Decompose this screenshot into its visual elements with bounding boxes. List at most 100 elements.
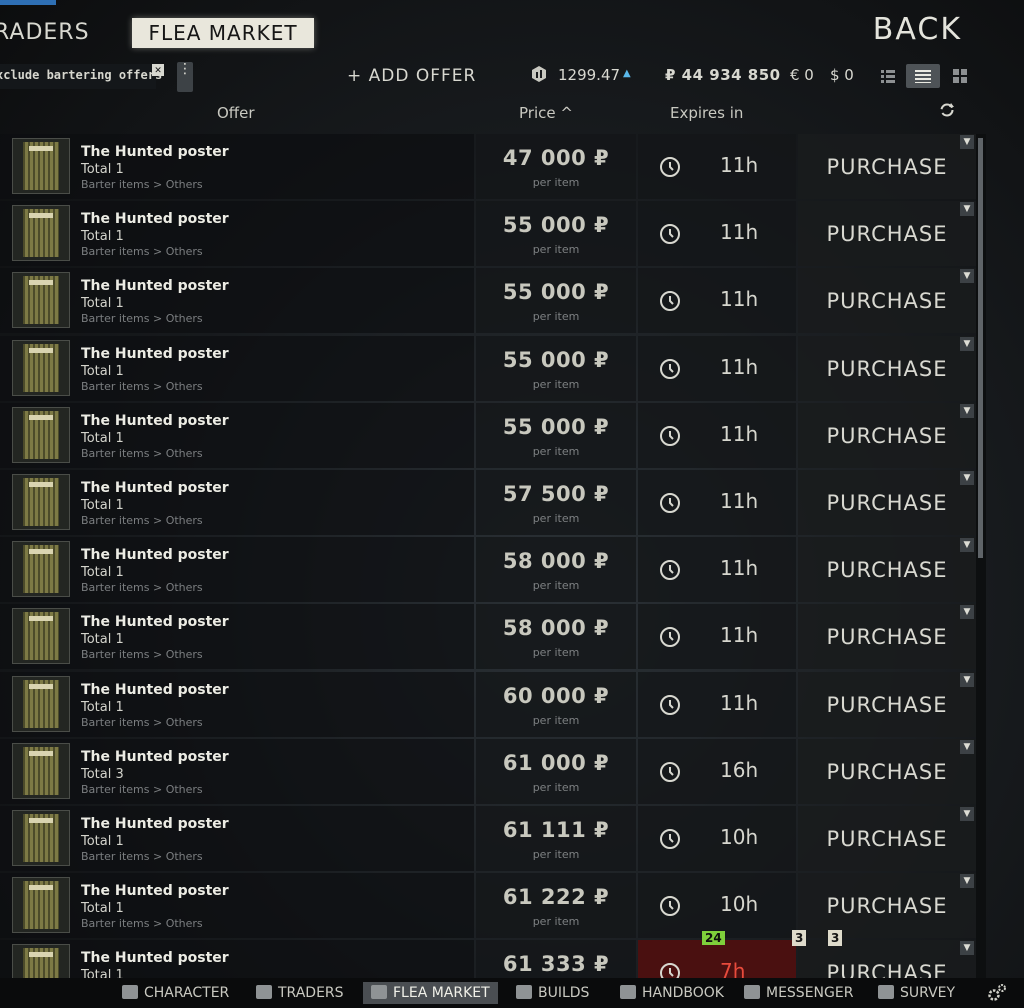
poster-thumbnail[interactable] [12, 742, 70, 799]
purchase-button[interactable]: PURCHASE ▼ [798, 537, 976, 603]
poster-thumbnail[interactable] [12, 877, 70, 934]
offer-item-cell[interactable]: The Hunted posterTotal 1Barter items > O… [0, 805, 474, 871]
chevron-down-icon[interactable]: ▼ [960, 874, 974, 889]
offer-row[interactable]: The Hunted posterTotal 1Barter items > O… [0, 930, 976, 978]
bottom-nav-flea-market[interactable]: FLEA MARKET [363, 982, 498, 1004]
expires-value: 11h [720, 153, 759, 177]
nav-flea-market-tab[interactable]: FLEA MARKET [132, 18, 314, 48]
expires-value: 11h [720, 421, 759, 446]
price-per-item: per item [532, 847, 580, 861]
purchase-button[interactable]: PURCHASE ▼ [798, 268, 976, 334]
row-view-icon[interactable] [906, 64, 940, 88]
purchase-button[interactable]: PURCHASE ▼ [798, 134, 976, 199]
offer-item-cell[interactable]: The Hunted posterTotal 1Barter items > O… [0, 940, 474, 978]
list-view-icon[interactable] [874, 64, 902, 88]
offer-item-cell[interactable]: The Hunted poster Total 3 Barter items > O… [0, 738, 474, 804]
purchase-button[interactable]: PURCHASE ▼ 3 3 [792, 930, 976, 978]
poster-thumbnail[interactable] [12, 205, 70, 262]
bottom-nav-character[interactable]: CHARACTER [122, 982, 229, 1004]
chevron-down-icon[interactable]: ▼ [960, 739, 974, 754]
bottom-nav-traders[interactable]: TRADERS [256, 982, 344, 1004]
chevron-down-icon[interactable]: ▼ [960, 605, 974, 620]
chevron-down-icon[interactable]: ▼ [960, 470, 974, 485]
offer-item-cell[interactable]: The Hunted posterTotal 1Barter items > O… [0, 537, 474, 603]
poster-thumbnail[interactable] [12, 473, 70, 530]
offer-row[interactable]: The Hunted posterTotal 1Barter items > O… [0, 469, 976, 535]
offer-item-cell[interactable]: The Hunted posterTotal 1Barter items > O… [0, 335, 474, 401]
bottom-nav-survey[interactable]: SURVEY [878, 982, 955, 1004]
more-options-icon[interactable]: ⋮ [177, 62, 193, 92]
purchase-button[interactable]: PURCHASE ▼ [798, 805, 976, 871]
purchase-button[interactable]: PURCHASE ▼ [798, 402, 976, 468]
back-button[interactable]: BACK [873, 12, 962, 47]
purchase-button[interactable]: PURCHASE ▼ [798, 873, 976, 939]
expires-value: 11h [720, 287, 759, 312]
offer-row[interactable]: The Hunted posterTotal 1Barter items > O… [0, 402, 976, 468]
offer-row[interactable]: The Hunted posterTotal 1Barter items > O… [0, 335, 976, 401]
poster-thumbnail[interactable] [12, 138, 70, 194]
offer-row[interactable]: The Hunted posterTotal 1Barter items > O… [0, 134, 976, 199]
poster-thumbnail[interactable] [12, 272, 70, 329]
offer-row[interactable]: The Hunted posterTotal 1Barter items > O… [0, 268, 976, 334]
poster-thumbnail[interactable] [12, 541, 70, 598]
bottom-nav-handbook[interactable]: HANDBOOK [620, 982, 724, 1004]
chevron-down-icon[interactable]: ▼ [960, 135, 974, 149]
chevron-down-icon[interactable]: ▼ [960, 403, 974, 418]
poster-thumbnail[interactable] [12, 339, 70, 396]
exclude-bartering-filter[interactable]: xclude bartering offers ✕ [0, 64, 164, 89]
offer-item-cell[interactable]: The Hunted posterTotal 1Barter items > O… [0, 201, 474, 267]
item-quantity: Total 3 [81, 766, 124, 782]
chevron-down-icon[interactable]: ▼ [960, 336, 974, 351]
column-expires[interactable]: Expires in [670, 104, 743, 128]
scrollbar-thumb[interactable] [978, 138, 983, 558]
nav-traders-tab[interactable]: RADERS [0, 20, 90, 45]
purchase-button[interactable]: PURCHASE ▼ [798, 738, 976, 804]
offer-item-cell[interactable]: The Hunted posterTotal 1Barter items > O… [0, 604, 474, 670]
offer-row[interactable]: The Hunted posterTotal 1Barter items > O… [0, 873, 976, 939]
poster-thumbnail[interactable] [12, 809, 70, 866]
purchase-button[interactable]: PURCHASE ▼ [798, 201, 976, 267]
offer-row[interactable]: The Hunted posterTotal 1Barter items > O… [0, 805, 976, 871]
handbook-icon [620, 985, 636, 999]
bottom-nav-builds[interactable]: BUILDS [516, 982, 589, 1004]
grid-view-icon[interactable] [946, 64, 974, 88]
offer-row[interactable]: The Hunted poster Total 3 Barter items > O… [0, 738, 976, 804]
offer-item-cell[interactable]: The Hunted posterTotal 1Barter items > O… [0, 402, 474, 468]
chevron-down-icon[interactable]: ▼ [960, 806, 974, 821]
offer-row[interactable]: The Hunted posterTotal 1Barter items > O… [0, 201, 976, 267]
settings-gear-icon[interactable] [986, 983, 1008, 1003]
chevron-down-icon[interactable]: ▼ [960, 672, 974, 687]
price-per-item: per item [532, 646, 580, 660]
purchase-button[interactable]: PURCHASE ▼ [798, 335, 976, 401]
poster-thumbnail[interactable] [12, 675, 70, 732]
poster-thumbnail[interactable] [12, 406, 70, 463]
poster-thumbnail[interactable] [12, 944, 70, 978]
column-offer[interactable]: Offer [217, 104, 255, 128]
offer-price-cell: 61 333 ₽per item [476, 940, 636, 978]
offer-row[interactable]: The Hunted posterTotal 1Barter items > O… [0, 604, 976, 670]
bottom-nav-messenger[interactable]: MESSENGER [744, 982, 853, 1004]
offer-row[interactable]: The Hunted posterTotal 1Barter items > O… [0, 537, 976, 603]
purchase-label: PURCHASE [826, 423, 948, 448]
offer-item-cell[interactable]: The Hunted posterTotal 1Barter items > O… [0, 873, 474, 939]
purchase-button[interactable]: PURCHASE ▼ [798, 604, 976, 670]
offer-item-cell[interactable]: The Hunted posterTotal 1Barter items > O… [0, 469, 474, 535]
offer-item-cell[interactable]: The Hunted posterTotal 1Barter items > O… [0, 134, 474, 199]
chevron-down-icon[interactable]: ▼ [960, 538, 974, 553]
scrollbar[interactable] [976, 134, 986, 978]
poster-thumbnail[interactable] [12, 608, 70, 665]
purchase-button[interactable]: PURCHASE ▼ [798, 671, 976, 737]
refresh-icon[interactable] [939, 102, 955, 118]
price-value: 61 111 ₽ [502, 817, 610, 842]
add-offer-button[interactable]: + ADD OFFER [347, 66, 476, 86]
close-icon[interactable]: ✕ [152, 64, 164, 76]
offer-item-cell[interactable]: The Hunted posterTotal 1Barter items > O… [0, 671, 474, 737]
column-price[interactable]: Price ^ [519, 104, 573, 128]
poster-image [23, 881, 59, 930]
offer-row[interactable]: The Hunted posterTotal 1Barter items > O… [0, 671, 976, 737]
offer-item-cell[interactable]: The Hunted posterTotal 1Barter items > O… [0, 268, 474, 334]
chevron-down-icon[interactable]: ▼ [960, 941, 974, 956]
chevron-down-icon[interactable]: ▼ [960, 269, 974, 284]
chevron-down-icon[interactable]: ▼ [960, 202, 974, 217]
purchase-button[interactable]: PURCHASE ▼ [798, 469, 976, 535]
